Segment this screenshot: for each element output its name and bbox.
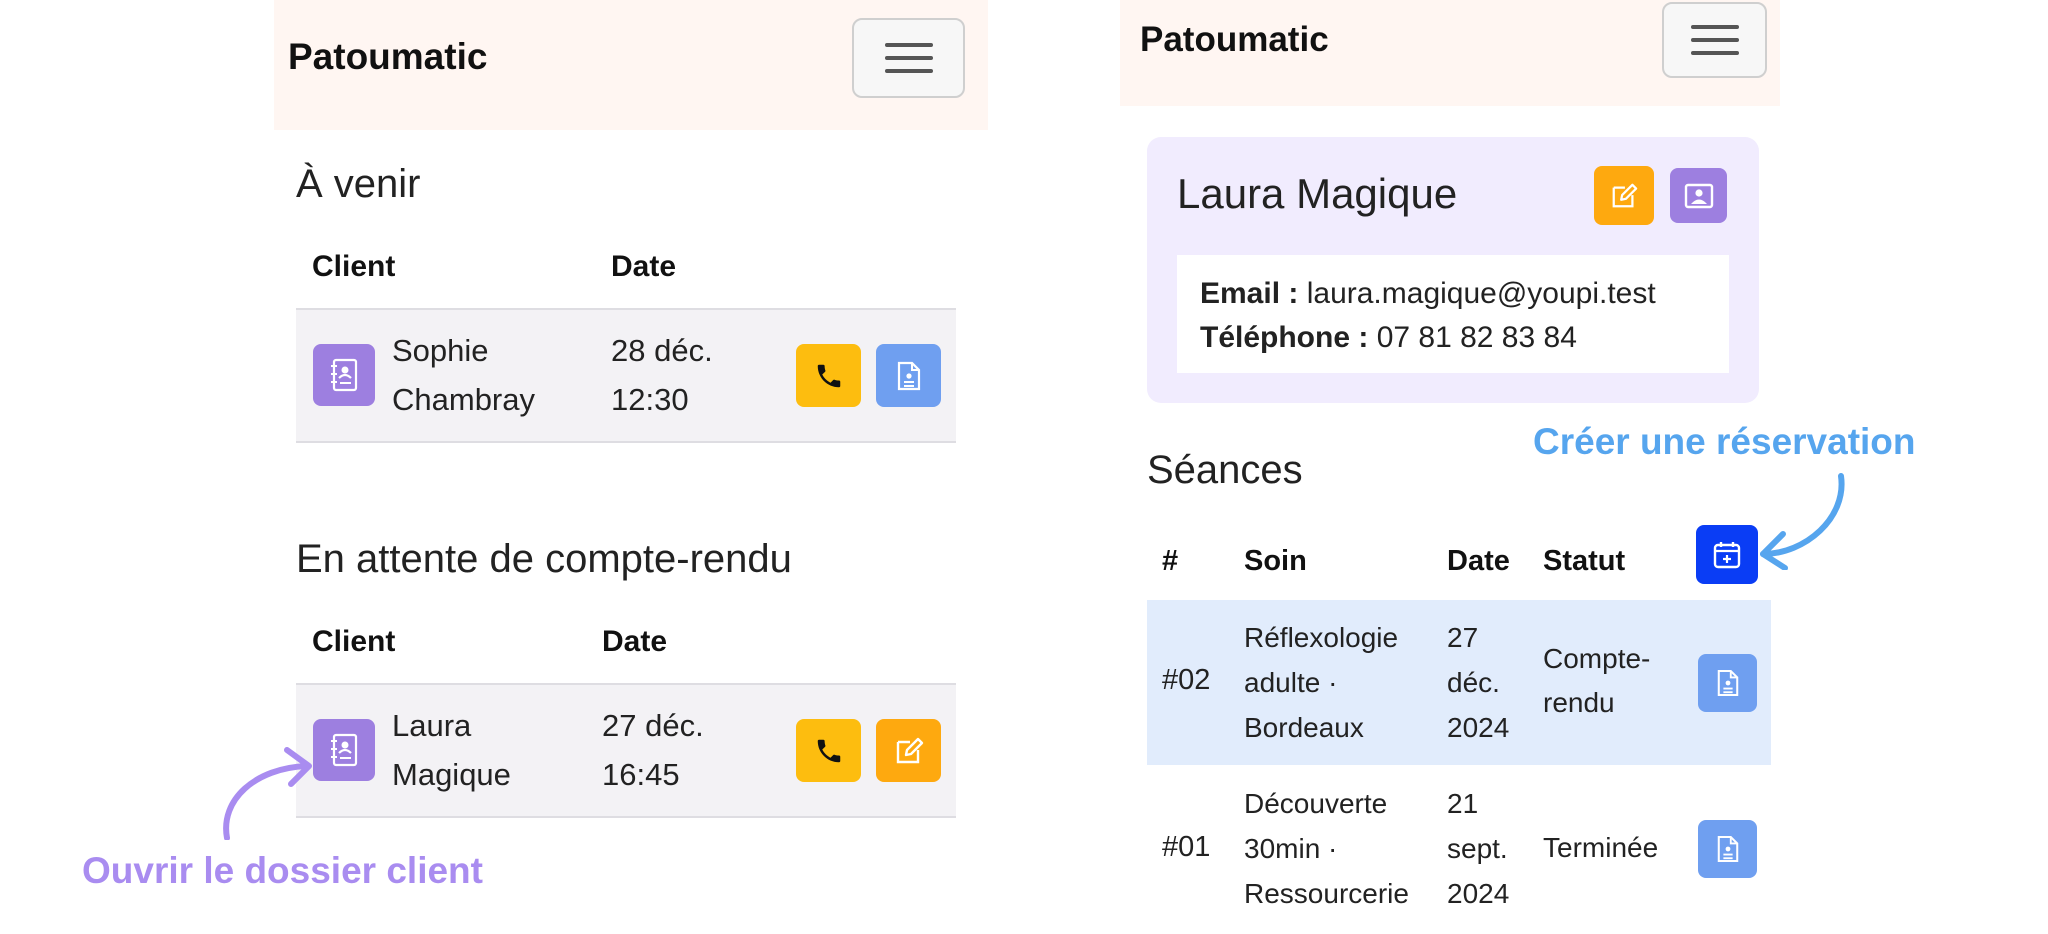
client-phone[interactable]: 07 81 82 83 84 [1377, 321, 1577, 354]
phone-icon [817, 739, 840, 762]
edit-client-button[interactable] [1594, 166, 1654, 225]
session-soin: Découverte 30min · Ressourcerie [1244, 788, 1409, 909]
edit-icon [896, 737, 923, 763]
upcoming-client-name: Sophie Chambray [392, 333, 535, 417]
upcoming-date: 28 déc. 12:30 [611, 333, 713, 417]
pending-date: 27 déc. 16:45 [602, 708, 704, 792]
annotation-arrow-purple [223, 747, 312, 840]
session-report-button[interactable] [1698, 654, 1757, 712]
menu-icon [1690, 25, 1739, 29]
session-soin: Réflexologie adulte · Bordeaux [1244, 622, 1399, 743]
client-profile-button[interactable] [1670, 168, 1727, 223]
call-button[interactable] [796, 719, 861, 782]
left-menu-button[interactable] [852, 18, 965, 98]
contact-book-icon [331, 358, 358, 392]
left-brand[interactable]: Patoumatic [288, 36, 487, 78]
session-report-button[interactable] [1698, 820, 1757, 878]
pending-client-name: Laura Magique [392, 708, 511, 792]
document-icon [1717, 835, 1738, 863]
upcoming-col-date: Date [611, 250, 677, 283]
sessions-col-soin: Soin [1244, 545, 1307, 577]
right-brand[interactable]: Patoumatic [1140, 20, 1329, 60]
session-num: #01 [1162, 831, 1211, 863]
session-date: 21 sept. 2024 [1447, 788, 1510, 909]
calendar-add-icon [1713, 541, 1741, 568]
pending-col-client: Client [312, 625, 396, 658]
call-button[interactable] [796, 344, 861, 407]
upcoming-title: À venir [296, 162, 421, 206]
document-icon [1717, 669, 1738, 697]
sessions-col-statut: Statut [1543, 545, 1626, 577]
pending-title: En attente de compte-rendu [296, 537, 792, 581]
right-menu-button[interactable] [1662, 2, 1767, 78]
phone-icon [817, 364, 840, 387]
session-status: Compte-rendu [1543, 643, 1651, 718]
annotation-create-booking: Créer une réservation [1533, 421, 1916, 462]
contact-book-icon [331, 733, 358, 767]
create-booking-button[interactable] [1696, 525, 1758, 584]
client-name: Laura Magique [1177, 170, 1458, 217]
session-date: 27 déc. 2024 [1447, 622, 1510, 743]
open-client-file-button[interactable] [313, 344, 375, 406]
pending-col-date: Date [602, 625, 668, 658]
annotation-open-client-file: Ouvrir le dossier client [82, 850, 483, 891]
annotation-arrow-blue [1760, 473, 1845, 570]
profile-card-icon [1684, 183, 1713, 208]
report-button[interactable] [876, 344, 941, 407]
sessions-col-num: # [1162, 545, 1179, 577]
upcoming-col-client: Client [312, 250, 396, 283]
write-report-button[interactable] [876, 719, 941, 782]
client-email-line: Email : laura.magique@youpi.test [1200, 277, 1656, 310]
menu-icon [884, 43, 933, 47]
session-num: #02 [1162, 664, 1211, 696]
client-phone-line: Téléphone : 07 81 82 83 84 [1200, 321, 1577, 354]
sessions-col-date: Date [1447, 545, 1510, 577]
edit-icon [1612, 183, 1638, 207]
client-email[interactable]: laura.magique@youpi.test [1307, 277, 1656, 310]
session-status: Terminée [1543, 832, 1659, 863]
document-icon [897, 361, 920, 390]
sessions-title: Séances [1147, 448, 1303, 492]
